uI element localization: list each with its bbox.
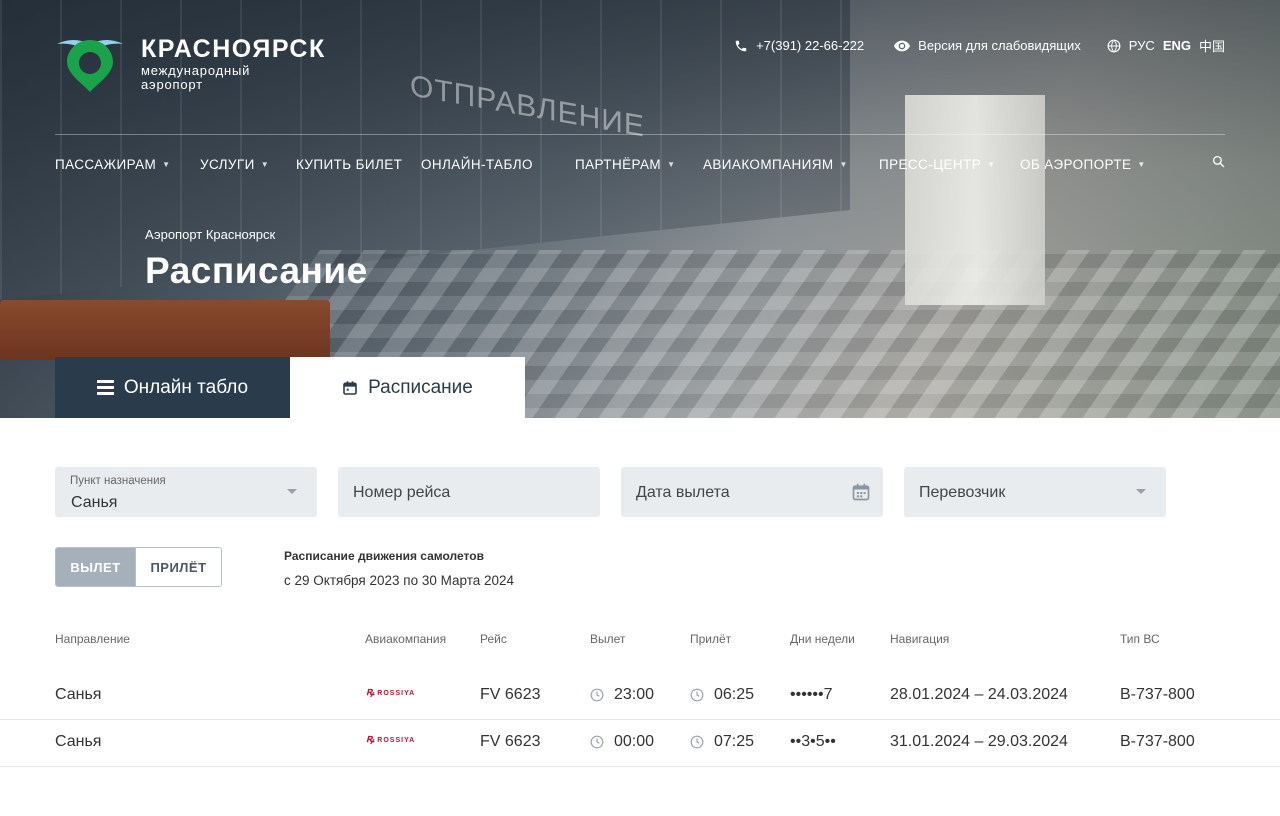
page-title: Расписание (145, 250, 368, 291)
chevron-down-icon: ▼ (162, 160, 171, 169)
clock-icon (590, 688, 604, 702)
tab-online-board[interactable]: Онлайн табло (55, 357, 290, 418)
departure-date-input[interactable]: Дата вылета (621, 467, 883, 517)
row-arrival: 07:25 (690, 733, 754, 751)
col-aircraft: Тип ВС (1120, 632, 1160, 646)
row-navigation: 31.01.2024 – 29.03.2024 (890, 733, 1068, 750)
col-destination: Направление (55, 632, 130, 646)
list-icon (96, 380, 114, 395)
col-navigation: Навигация (890, 632, 950, 646)
nav-item-airlines[interactable]: АВИАКОМПАНИЯМ ▼ (703, 157, 879, 172)
carrier-placeholder: Перевозчик (919, 484, 1006, 501)
nav-item-passengers[interactable]: ПАССАЖИРАМ ▼ (55, 157, 200, 172)
site-logo[interactable]: КРАСНОЯРСК международный аэропорт (55, 34, 326, 94)
nav-item-press[interactable]: ПРЕСС-ЦЕНТР ▼ (879, 157, 1020, 172)
language-switcher: РУС ENG 中国 (1107, 36, 1225, 55)
tab-schedule[interactable]: Расписание (290, 357, 525, 418)
period-title: Расписание движения самолетов (284, 549, 484, 563)
clock-icon (590, 735, 604, 749)
col-airline: Авиакомпания (365, 632, 447, 646)
destination-select[interactable]: Пункт назначения Санья (55, 467, 317, 517)
row-aircraft: B-737-800 (1120, 733, 1195, 750)
globe-icon (1107, 39, 1121, 52)
top-links: +7(391) 22-66-222 Версия для слабовидящи… (704, 36, 1225, 55)
nav-item-partners[interactable]: ПАРТНЁРАМ ▼ (575, 157, 703, 172)
direction-toggle: ВЫЛЕТ ПРИЛЁТ (55, 547, 222, 587)
schedule-table-header: Направление Авиакомпания Рейс Вылет Прил… (0, 632, 1280, 648)
main-nav: ПАССАЖИРАМ ▼ УСЛУГИ ▼ КУПИТЬ БИЛЕТ ОНЛАЙН-… (55, 155, 1225, 172)
logo-subtitle-2: аэропорт (141, 77, 203, 92)
chevron-down-icon (1136, 489, 1146, 494)
airline-logo-rossiya: ꝶ ROSSIYA (366, 733, 416, 745)
flight-number-input[interactable]: Номер рейса (338, 467, 600, 517)
search-icon (1212, 155, 1225, 168)
nav-item-online-board[interactable]: ОНЛАЙН-ТАБЛО (421, 157, 575, 172)
tab-schedule-label: Расписание (368, 376, 473, 398)
search-button[interactable] (1212, 155, 1225, 171)
phone-link[interactable]: +7(391) 22-66-222 (734, 38, 864, 53)
hero-pillar (905, 95, 1045, 305)
chevron-down-icon (287, 489, 297, 494)
row-destination: Санья (55, 686, 102, 703)
phone-number: +7(391) 22-66-222 (756, 38, 865, 53)
nav-item-buy-ticket[interactable]: КУПИТЬ БИЛЕТ (296, 157, 421, 172)
airline-logo-rossiya: ꝶ ROSSIYA (366, 686, 416, 698)
chevron-down-icon: ▼ (839, 160, 848, 169)
row-destination: Санья (55, 733, 102, 750)
destination-label: Пункт назначения (70, 475, 166, 487)
row-days: ••3•5•• (790, 733, 836, 750)
lang-ru[interactable]: РУС (1129, 38, 1155, 53)
carrier-select[interactable]: Перевозчик (904, 467, 1166, 517)
nav-item-services[interactable]: УСЛУГИ ▼ (200, 157, 296, 172)
logo-subtitle-1: международный (141, 63, 251, 78)
arrival-toggle-button[interactable]: ПРИЛЁТ (135, 548, 221, 586)
lang-en[interactable]: ENG (1163, 38, 1191, 53)
col-departure: Вылет (590, 632, 626, 646)
accessibility-label: Версия для слабовидящих (918, 38, 1081, 53)
col-days: Дни недели (790, 632, 855, 646)
departure-toggle-button[interactable]: ВЫЛЕТ (56, 548, 135, 586)
row-flight: FV 6623 (480, 733, 541, 750)
clock-icon (690, 735, 704, 749)
flight-number-placeholder: Номер рейса (353, 484, 451, 501)
phone-icon (735, 40, 747, 51)
row-days: ••••••7 (790, 686, 833, 703)
hero-bench (0, 300, 330, 360)
hero-banner: ОТПРАВЛЕНИЕ КРАСНОЯРСК международный аэр… (0, 0, 1280, 418)
calendar-icon (343, 380, 357, 395)
departure-date-placeholder: Дата вылета (636, 484, 730, 501)
row-departure: 00:00 (590, 733, 654, 751)
row-aircraft: B-737-800 (1120, 686, 1195, 703)
breadcrumb[interactable]: Аэропорт Красноярск (145, 227, 275, 242)
filters: Пункт назначения Санья Номер рейса Дата … (55, 467, 1187, 517)
chevron-down-icon: ▼ (987, 160, 996, 169)
col-flight: Рейс (480, 632, 507, 646)
eye-icon (894, 40, 911, 51)
lang-cn[interactable]: 中国 (1199, 36, 1225, 55)
row-flight: FV 6623 (480, 686, 541, 703)
logo-title: КРАСНОЯРСК (141, 35, 326, 63)
table-row: Санья ꝶ ROSSIYA FV 6623 00:00 07:25 ••3•5… (0, 720, 1280, 767)
table-row: Санья ꝶ ROSSIYA FV 6623 23:00 06:25 •••••… (0, 673, 1280, 720)
chevron-down-icon: ▼ (260, 160, 270, 169)
destination-value: Санья (71, 494, 118, 511)
row-departure: 23:00 (590, 686, 654, 704)
nav-item-about[interactable]: ОБ АЭРОПОРТЕ ▼ (1020, 157, 1160, 172)
view-tabs: Онлайн табло Расписание (55, 357, 525, 418)
col-arrival: Прилёт (690, 632, 732, 646)
clock-icon (690, 688, 704, 702)
chevron-down-icon: ▼ (1137, 160, 1146, 169)
nav-divider (55, 134, 1225, 135)
chevron-down-icon: ▼ (667, 160, 676, 169)
row-arrival: 06:25 (690, 686, 754, 704)
accessibility-link[interactable]: Версия для слабовидящих (894, 38, 1081, 53)
tab-online-board-label: Онлайн табло (123, 376, 249, 398)
row-navigation: 28.01.2024 – 24.03.2024 (890, 686, 1068, 703)
calendar-icon[interactable] (851, 482, 871, 502)
period-range: с 29 Октября 2023 по 30 Марта 2024 (284, 573, 515, 588)
logo-pin-icon (55, 34, 125, 94)
